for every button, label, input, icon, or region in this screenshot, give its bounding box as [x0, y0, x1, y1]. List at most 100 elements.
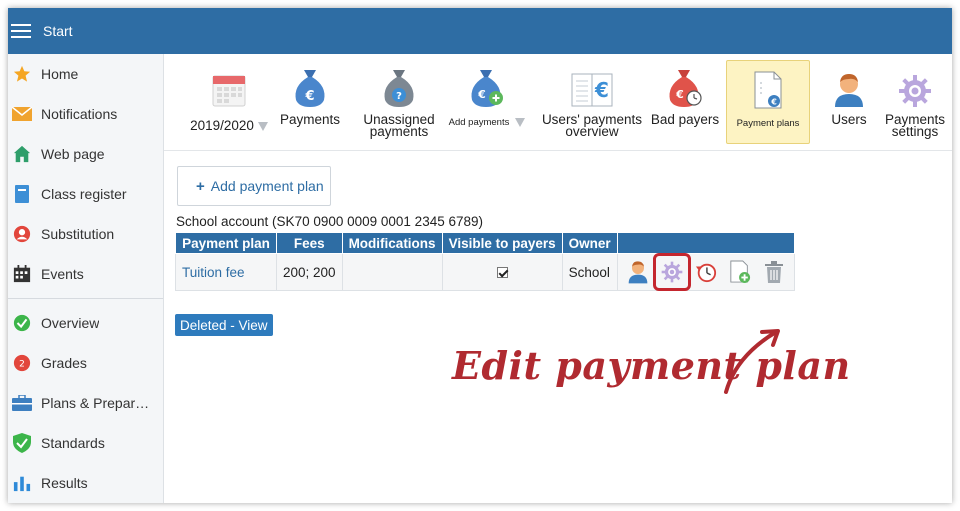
svg-text:€: € [477, 88, 486, 101]
add-payments-label: Add payments [448, 117, 510, 128]
check-circle-icon [12, 313, 32, 333]
star-icon [12, 64, 32, 84]
toolbar: 2019/2020 € Payments ? Unassigned paymen… [164, 54, 952, 151]
assign-users-icon[interactable] [624, 258, 652, 286]
sidebar-item-label: Web page [41, 146, 105, 162]
visible-to-payers-checkbox[interactable] [496, 267, 508, 279]
users-label: Users [831, 112, 867, 127]
svg-text:?: ? [396, 91, 402, 102]
duplicate-document-icon[interactable] [726, 258, 754, 286]
sidebar-item-events[interactable]: Events [8, 254, 163, 294]
grades-icon: 2 [12, 353, 32, 373]
sidebar-item-substitution[interactable]: Substitution [8, 214, 163, 254]
trash-icon[interactable] [760, 258, 788, 286]
sidebar: Home Notifications Web page Class regist… [8, 54, 164, 503]
shield-check-icon [12, 433, 32, 453]
hamburger-menu-icon[interactable] [11, 23, 33, 39]
user-icon [827, 64, 871, 108]
column-header: Visible to payers [441, 232, 563, 254]
table-row: Tuition fee 200; 200 School [175, 253, 795, 291]
add-payment-plan-button[interactable]: + Add payment plan [177, 166, 331, 206]
sidebar-item-label: Plans & Prepar… [41, 395, 150, 411]
money-bag-add-icon: € [465, 64, 509, 108]
sidebar-item-label: Notifications [41, 106, 118, 122]
fees-cell: 200; 200 [276, 253, 343, 291]
deleted-view-button[interactable]: Deleted - View [175, 314, 273, 336]
column-header: Owner [561, 232, 618, 254]
calendar-icon [207, 64, 251, 108]
bad-payers-button[interactable]: € Bad payers [650, 60, 720, 144]
document-euro-icon: € [746, 65, 790, 109]
annotation-label: Edit payment plan [452, 343, 851, 388]
book-icon [12, 184, 32, 204]
school-year-label: 2019/2020 [190, 118, 254, 133]
school-account-text: School account (SK70 0900 0009 0001 2345… [176, 214, 483, 229]
sidebar-divider [8, 298, 163, 299]
ledger-euro-icon: € [568, 64, 616, 108]
sidebar-item-label: Home [41, 66, 79, 82]
sidebar-item-notifications[interactable]: Notifications [8, 94, 163, 134]
sidebar-item-web-page[interactable]: Web page [8, 134, 163, 174]
calendar-icon [12, 264, 32, 284]
unassigned-payments-label: Unassigned payments [363, 112, 435, 139]
sidebar-item-label: Standards [41, 435, 105, 451]
owner-cell: School [561, 253, 618, 291]
sidebar-item-standards[interactable]: Standards [8, 423, 163, 463]
add-payments-button[interactable]: € Add payments [442, 60, 532, 144]
sidebar-item-plans-preparations[interactable]: Plans & Prepar… [8, 383, 163, 423]
main-content: 2019/2020 € Payments ? Unassigned paymen… [164, 54, 952, 503]
chevron-down-icon [257, 121, 268, 131]
app-window: Start Home Notifications Web page Class … [8, 8, 952, 503]
payments-settings-button[interactable]: Payments settings [884, 60, 946, 144]
payment-plans-button[interactable]: € Payment plans [726, 60, 810, 144]
briefcase-icon [12, 393, 32, 413]
sidebar-item-grades[interactable]: 2 Grades [8, 343, 163, 383]
sidebar-item-class-register[interactable]: Class register [8, 174, 163, 214]
chevron-down-icon [515, 117, 526, 127]
unassigned-payments-button[interactable]: ? Unassigned payments [354, 60, 444, 144]
row-actions [624, 253, 788, 291]
users-payments-overview-label: Users' payments overview [541, 112, 643, 139]
sidebar-item-label: Class register [41, 186, 127, 202]
column-header: Modifications [341, 232, 443, 254]
person-swap-icon [12, 224, 32, 244]
sidebar-item-label: Grades [41, 355, 87, 371]
column-header: Payment plan [175, 232, 277, 254]
sidebar-item-label: Substitution [41, 226, 115, 242]
column-header [616, 232, 795, 254]
modifications-cell [341, 253, 443, 291]
money-bag-euro-icon: € [288, 64, 332, 108]
payment-plans-table: Payment plan Fees Modifications Visible … [175, 232, 795, 291]
payment-plan-link[interactable]: Tuition fee [182, 265, 245, 280]
history-clock-icon[interactable] [692, 258, 720, 286]
payments-settings-label: Payments settings [884, 112, 946, 139]
add-payment-plan-label: Add payment plan [210, 178, 324, 194]
money-bag-clock-icon: € [663, 64, 707, 108]
edit-settings-gear-icon[interactable] [652, 253, 691, 291]
sidebar-item-label: Overview [41, 315, 100, 331]
payments-button[interactable]: € Payments [277, 60, 343, 144]
svg-text:2: 2 [19, 360, 25, 370]
page-title: Start [43, 23, 73, 39]
school-year-selector[interactable]: 2019/2020 [186, 60, 272, 144]
sidebar-item-label: Results [41, 475, 88, 491]
payments-label: Payments [279, 112, 341, 127]
svg-text:€: € [594, 78, 609, 102]
svg-text:€: € [304, 89, 314, 104]
svg-text:€: € [770, 98, 777, 107]
payment-plans-label: Payment plans [736, 118, 800, 129]
bad-payers-label: Bad payers [650, 112, 720, 127]
house-icon [12, 144, 32, 164]
top-bar: Start [8, 8, 952, 54]
money-bag-question-icon: ? [377, 64, 421, 108]
sidebar-item-label: Events [41, 266, 84, 282]
sidebar-item-home[interactable]: Home [8, 54, 163, 94]
users-button[interactable]: Users [818, 60, 880, 144]
sidebar-item-overview[interactable]: Overview [8, 303, 163, 343]
plus-icon: + [196, 177, 205, 195]
gear-icon [893, 64, 937, 108]
svg-text:€: € [675, 88, 684, 101]
sidebar-item-results[interactable]: Results [8, 463, 163, 503]
bar-chart-icon [12, 473, 32, 493]
users-payments-overview-button[interactable]: € Users' payments overview [538, 60, 646, 144]
